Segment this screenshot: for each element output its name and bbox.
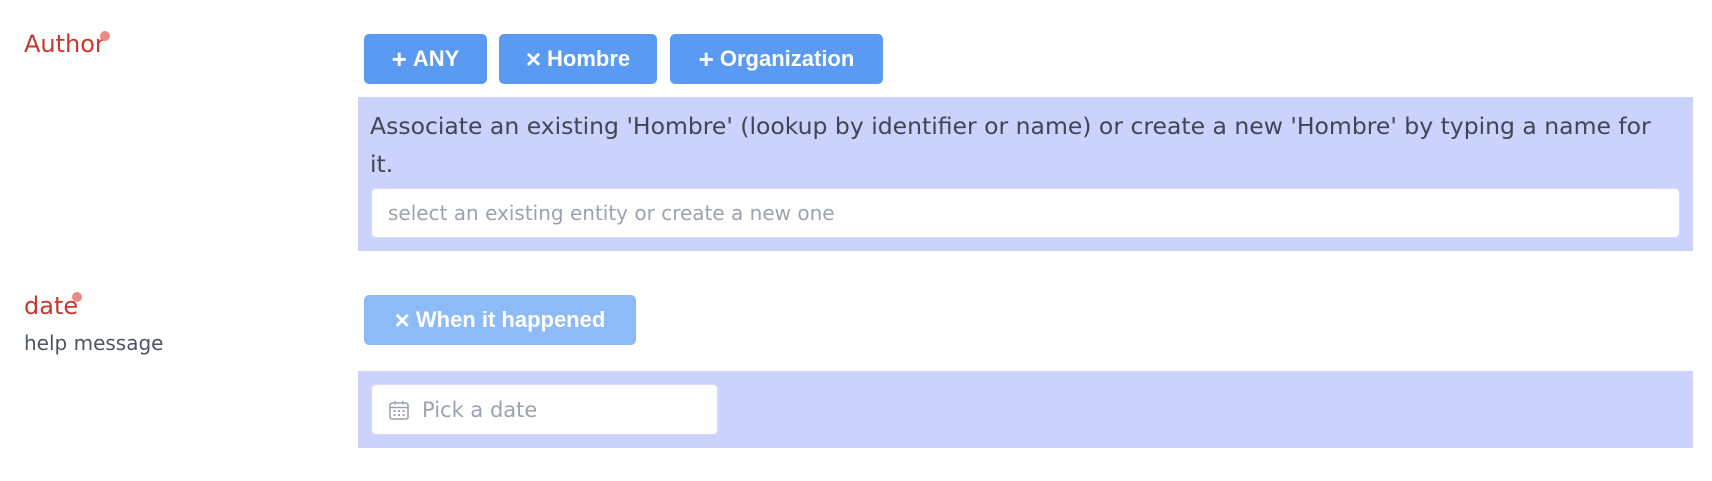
entity-search-input[interactable] bbox=[371, 188, 1680, 238]
date-picker[interactable] bbox=[371, 384, 718, 435]
date-help-message: help message bbox=[24, 331, 164, 355]
author-label: Author bbox=[24, 30, 105, 58]
remove-when-it-happened-button[interactable]: × When it happened bbox=[364, 295, 636, 345]
add-organization-label: Organization bbox=[719, 46, 855, 71]
required-indicator bbox=[72, 292, 82, 302]
remove-hombre-button[interactable]: × Hombre bbox=[499, 34, 657, 84]
add-any-label: ANY bbox=[412, 46, 460, 71]
plus-icon: + bbox=[698, 43, 714, 74]
add-organization-button[interactable]: + Organization bbox=[670, 34, 883, 84]
date-panel bbox=[358, 371, 1693, 448]
hombre-entity-panel: Associate an existing 'Hombre' (lookup b… bbox=[358, 97, 1693, 251]
calendar-icon bbox=[388, 399, 410, 421]
date-label: date bbox=[24, 292, 79, 320]
date-input[interactable] bbox=[420, 396, 684, 423]
remove-hombre-label: Hombre bbox=[547, 46, 631, 71]
required-indicator bbox=[100, 31, 110, 41]
plus-icon: + bbox=[391, 43, 407, 74]
close-icon: × bbox=[525, 43, 542, 74]
close-icon: × bbox=[394, 304, 410, 335]
add-any-button[interactable]: + ANY bbox=[364, 34, 487, 84]
hombre-description: Associate an existing 'Hombre' (lookup b… bbox=[370, 112, 1651, 178]
when-it-happened-label: When it happened bbox=[415, 307, 606, 332]
